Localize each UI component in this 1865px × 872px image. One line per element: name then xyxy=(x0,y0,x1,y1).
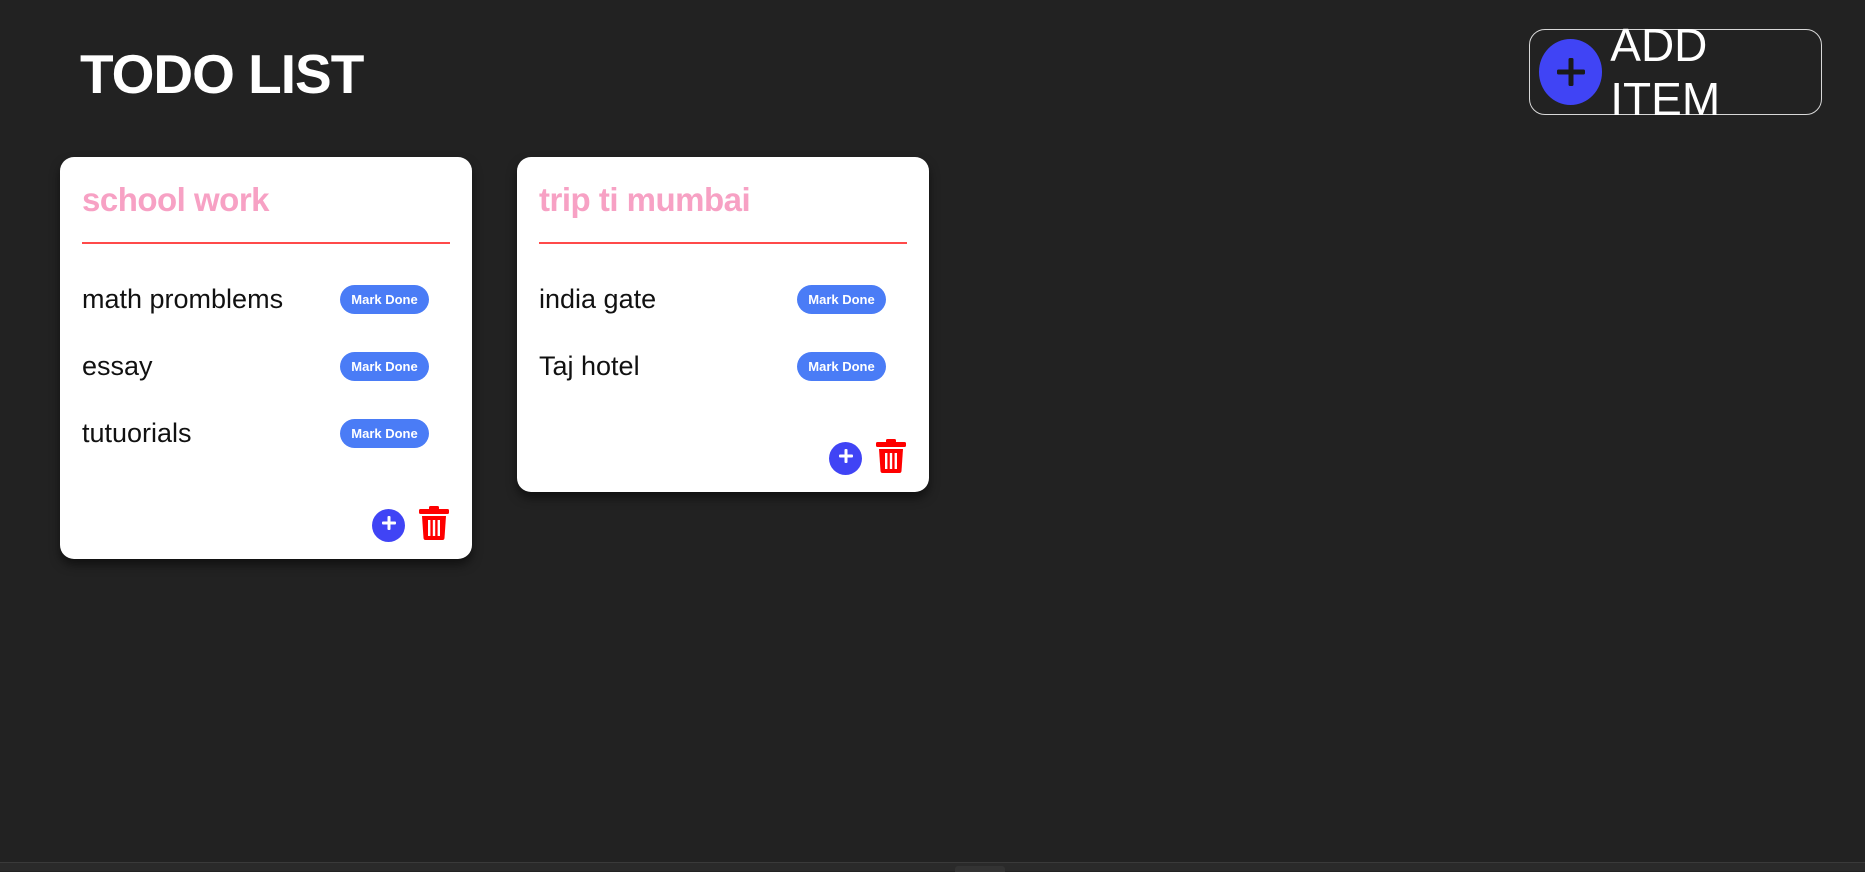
header: TODO LIST ADD ITEM xyxy=(0,0,1865,140)
todo-item-text: essay xyxy=(82,351,153,381)
page-title: TODO LIST xyxy=(80,43,364,105)
card-footer xyxy=(82,505,450,545)
todo-item-text: math promblems xyxy=(82,284,284,314)
todo-item-text: Taj hotel xyxy=(539,351,640,381)
todo-list: math promblems Mark Done essay Mark Done… xyxy=(82,266,450,467)
card-divider xyxy=(82,242,450,244)
delete-card-button[interactable] xyxy=(418,505,450,545)
todo-item: essay Mark Done xyxy=(82,333,450,400)
trash-icon xyxy=(876,438,906,478)
delete-card-button[interactable] xyxy=(875,438,907,478)
add-item-button[interactable]: ADD ITEM xyxy=(1529,19,1822,125)
todo-item: math promblems Mark Done xyxy=(82,266,450,333)
plus-icon xyxy=(1539,39,1603,105)
mark-done-button[interactable]: Mark Done xyxy=(340,285,429,314)
card-footer xyxy=(539,438,907,478)
todo-item: Taj hotel Mark Done xyxy=(539,333,907,400)
bottom-scrollbar[interactable] xyxy=(0,862,1865,872)
add-todo-button[interactable] xyxy=(829,441,862,475)
add-todo-button[interactable] xyxy=(372,508,405,542)
card-title: trip ti mumbai xyxy=(539,181,751,218)
todo-list: india gate Mark Done Taj hotel Mark Done xyxy=(539,266,907,400)
todo-item-text: india gate xyxy=(539,284,657,314)
scrollbar-handle[interactable] xyxy=(955,866,1005,872)
mark-done-button[interactable]: Mark Done xyxy=(340,419,429,448)
add-item-label: ADD ITEM xyxy=(1610,19,1721,125)
todo-item-text: tutuorials xyxy=(82,418,192,448)
trash-icon xyxy=(419,505,449,545)
mark-done-button[interactable]: Mark Done xyxy=(340,352,429,381)
todo-item: india gate Mark Done xyxy=(539,266,907,333)
todo-item: tutuorials Mark Done xyxy=(82,400,450,467)
plus-icon xyxy=(837,447,855,470)
todo-card: trip ti mumbai india gate Mark Done Taj … xyxy=(517,157,929,492)
plus-icon xyxy=(380,514,398,537)
card-title: school work xyxy=(82,181,270,218)
card-list: school work math promblems Mark Done ess… xyxy=(60,157,974,559)
card-divider xyxy=(539,242,907,244)
mark-done-button[interactable]: Mark Done xyxy=(797,285,886,314)
todo-card: school work math promblems Mark Done ess… xyxy=(60,157,472,559)
mark-done-button[interactable]: Mark Done xyxy=(797,352,886,381)
